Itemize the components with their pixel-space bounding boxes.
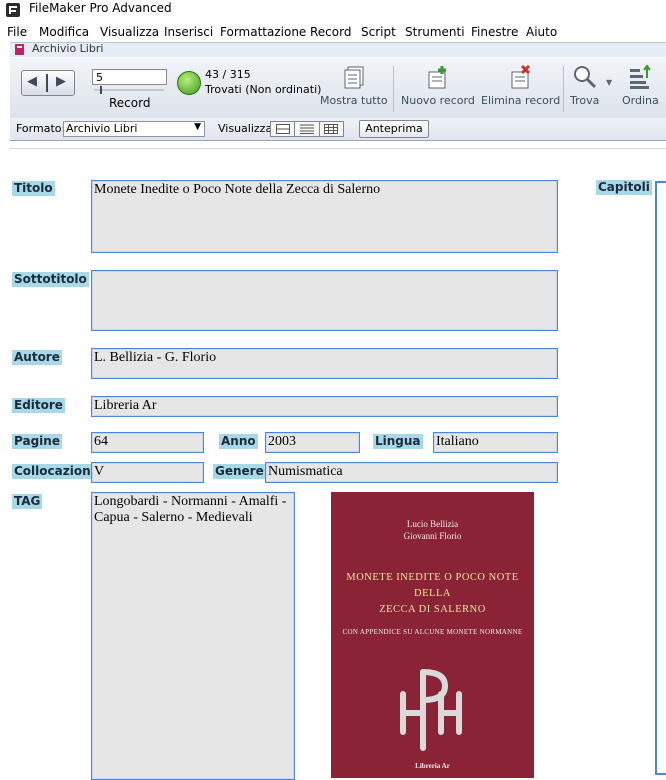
cover-title-line-3: ZECCA DI SALERNO bbox=[379, 604, 486, 615]
field-autore[interactable]: L. Bellizia - G. Florio bbox=[91, 348, 558, 379]
label-anno: Anno bbox=[219, 434, 258, 449]
label-capitoli: Capitoli bbox=[596, 180, 652, 195]
label-autore: Autore bbox=[12, 350, 62, 365]
label-editore: Editore bbox=[12, 398, 65, 413]
label-lingua: Lingua bbox=[373, 434, 423, 449]
table-view-button[interactable] bbox=[320, 122, 343, 136]
found-set-pie-icon[interactable] bbox=[177, 71, 201, 95]
found-status: Trovati (Non ordinati) bbox=[205, 83, 322, 96]
cover-title-line-2: DELLA bbox=[414, 588, 451, 599]
status-toolbar: ◀ ▶ Record 43 / 315 Trovati (Non ordinat… bbox=[10, 58, 666, 119]
label-genere: Genere bbox=[213, 464, 266, 479]
menu-script[interactable]: Script bbox=[361, 25, 396, 39]
view-label: Visualizza: bbox=[218, 122, 276, 135]
current-record-input[interactable] bbox=[92, 69, 167, 85]
book-cover-image[interactable]: Lucio Bellizia Giovanni Florio MONETE IN… bbox=[331, 492, 534, 778]
field-sottotitolo[interactable] bbox=[91, 270, 558, 331]
menu-file[interactable]: File bbox=[7, 25, 27, 39]
field-anno[interactable]: 2003 bbox=[265, 432, 360, 453]
find-label: Trova bbox=[570, 94, 600, 107]
record-slider[interactable] bbox=[94, 86, 164, 94]
preview-button[interactable]: Anteprima bbox=[359, 120, 429, 138]
toolbar-separator bbox=[563, 66, 564, 112]
window-title-bar[interactable]: Archivio Libri bbox=[10, 42, 666, 57]
find-dropdown-chevron-icon[interactable]: ▼ bbox=[606, 78, 612, 87]
delete-record-icon bbox=[511, 64, 530, 89]
menu-visualizza[interactable]: Visualizza bbox=[100, 25, 159, 39]
label-collocazione: Collocazione bbox=[12, 464, 101, 479]
menu-inserisci[interactable]: Inserisci bbox=[164, 25, 213, 39]
menu-modifica[interactable]: Modifica bbox=[39, 25, 89, 39]
view-mode-buttons bbox=[270, 121, 344, 137]
cover-authors: Lucio Bellizia Giovanni Florio bbox=[331, 518, 534, 542]
label-tag: TAG bbox=[12, 494, 43, 509]
previous-record-icon[interactable]: ◀ bbox=[27, 74, 37, 89]
delete-record-label: Elimina record bbox=[481, 94, 561, 107]
new-record-button[interactable]: Nuovo record bbox=[401, 64, 475, 107]
cover-title: MONETE INEDITE O POCO NOTE DELLA ZECCA D… bbox=[331, 570, 534, 618]
menu-record[interactable]: Record bbox=[310, 25, 351, 39]
label-sottotitolo: Sottotitolo bbox=[12, 272, 89, 287]
label-pagine: Pagine bbox=[12, 434, 62, 449]
record-book[interactable]: ◀ ▶ bbox=[21, 70, 75, 96]
next-record-icon[interactable]: ▶ bbox=[56, 74, 66, 89]
header-divider bbox=[10, 148, 666, 149]
book-spine-icon bbox=[46, 74, 48, 92]
field-editore[interactable]: Libreria Ar bbox=[91, 396, 558, 417]
cover-author-2: Giovanni Florio bbox=[403, 531, 462, 541]
list-view-icon bbox=[299, 124, 314, 134]
field-lingua[interactable]: Italiano bbox=[433, 432, 558, 453]
new-record-icon bbox=[428, 66, 446, 89]
menu-formattazione[interactable]: Formattazione bbox=[220, 25, 306, 39]
list-view-button[interactable] bbox=[295, 122, 320, 136]
menu-aiuto[interactable]: Aiuto bbox=[526, 25, 557, 39]
field-tag[interactable]: Longobardi - Normanni - Amalfi - Capua -… bbox=[91, 492, 295, 780]
menu-strumenti[interactable]: Strumenti bbox=[405, 25, 465, 39]
find-button[interactable]: Trova bbox=[570, 64, 599, 107]
filemaker-app-icon bbox=[6, 3, 20, 17]
form-view-button[interactable] bbox=[271, 122, 296, 136]
field-genere[interactable]: Numismatica bbox=[265, 462, 558, 483]
layout-select-value: Archivio Libri bbox=[66, 122, 138, 135]
chevron-down-icon: ▼ bbox=[194, 122, 201, 132]
show-all-button[interactable]: Mostra tutto bbox=[320, 64, 388, 107]
field-collocazione[interactable]: V bbox=[91, 462, 204, 483]
field-titolo[interactable]: Monete Inedite o Poco Note della Zecca d… bbox=[91, 180, 558, 253]
app-title: FileMaker Pro Advanced bbox=[29, 1, 172, 15]
show-all-icon bbox=[344, 66, 364, 89]
new-record-label: Nuovo record bbox=[401, 94, 475, 107]
label-titolo: Titolo bbox=[12, 181, 55, 196]
sort-label: Ordina bbox=[622, 94, 659, 107]
slider-knob[interactable] bbox=[100, 86, 102, 94]
cover-publisher: Libreria Ar bbox=[415, 762, 450, 770]
menu-bar: File Modifica Visualizza Inserisci Forma… bbox=[0, 22, 666, 42]
layout-select[interactable]: Archivio Libri ▼ bbox=[63, 121, 205, 137]
cover-title-line-1: MONETE INEDITE O POCO NOTE bbox=[346, 572, 519, 583]
window-title: Archivio Libri bbox=[32, 42, 104, 55]
app-title-bar: FileMaker Pro Advanced bbox=[0, 0, 666, 20]
field-pagine[interactable]: 64 bbox=[91, 432, 204, 453]
magnifier-icon bbox=[573, 66, 596, 89]
delete-record-button[interactable]: Elimina record bbox=[481, 64, 560, 107]
sort-button[interactable]: Ordina bbox=[622, 64, 659, 107]
layout-bar: Formato: Archivio Libri ▼ Visualizza: An… bbox=[10, 118, 666, 141]
menu-finestre[interactable]: Finestre bbox=[471, 25, 518, 39]
form-view-icon bbox=[275, 124, 290, 134]
cover-author-1: Lucio Bellizia bbox=[406, 519, 459, 529]
table-view-icon bbox=[324, 124, 339, 134]
record-label: Record bbox=[109, 96, 151, 110]
found-count: 43 / 315 bbox=[205, 68, 251, 81]
monogram-coin-icon bbox=[400, 669, 462, 751]
cover-subtitle: CON APPENDICE SU ALCUNE MONETE NORMANNE bbox=[342, 628, 523, 636]
sort-icon bbox=[630, 64, 652, 89]
database-file-icon bbox=[15, 44, 24, 55]
field-capitoli[interactable] bbox=[655, 181, 666, 775]
toolbar-separator bbox=[393, 66, 394, 112]
format-label: Formato: bbox=[16, 122, 66, 135]
show-all-label: Mostra tutto bbox=[320, 94, 388, 107]
